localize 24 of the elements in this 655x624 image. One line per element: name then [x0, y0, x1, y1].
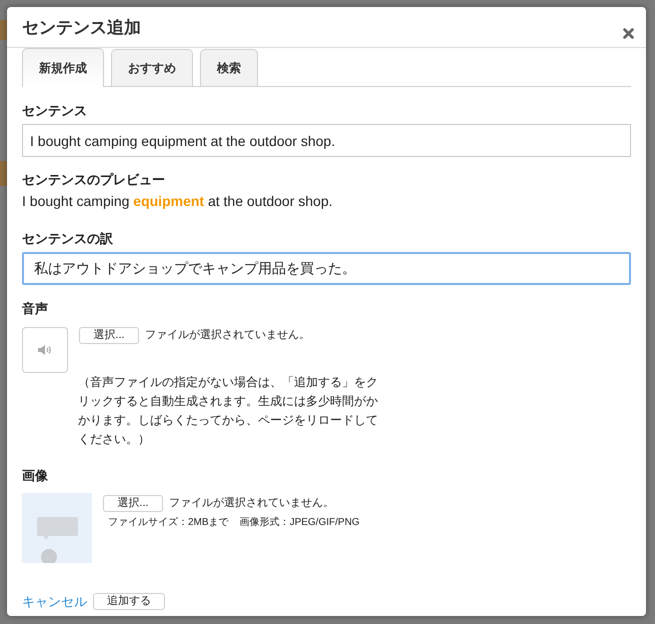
dialog-title: センテンス追加	[22, 19, 141, 36]
field-label: 音声	[22, 301, 48, 316]
image-formats: 画像形式：JPEG/GIF/PNG	[240, 516, 360, 530]
field-label: センテンスの訳	[22, 231, 113, 246]
file-status: ファイルが選択されていません。	[145, 328, 310, 344]
field-label: センテンス	[22, 103, 87, 118]
speaker-icon	[22, 327, 68, 373]
sentence-field[interactable]: I bought camping equipment at the outdoor shop.	[22, 124, 631, 157]
tab[interactable]: 検索	[200, 49, 258, 86]
field-label: 画像	[22, 468, 48, 483]
cancel-link[interactable]: キャンセル	[22, 592, 87, 612]
add-button[interactable]: 追加する	[93, 593, 165, 610]
translation-field[interactable]: 私はアウトドアショップでキャンプ用品を買った。	[22, 252, 631, 285]
tab[interactable]: おすすめ	[111, 49, 193, 86]
close-icon[interactable]	[623, 28, 634, 39]
audio-note: （音声ファイルの指定がない場合は、「追加する」をクリックすると自動生成されます。生成には多少時間がかかります。しばらくたってから、ページをリロードしてください。）	[78, 374, 379, 448]
preview-text: I bought camping equipment at the outdoor shop.	[22, 193, 333, 210]
file-select-button[interactable]: 選択...	[79, 327, 139, 344]
file-select-button[interactable]: 選択...	[103, 495, 163, 512]
tab[interactable]: 新規作成	[22, 48, 104, 87]
field-label: センテンスのプレビュー	[22, 172, 165, 187]
file-size-limit: ファイルサイズ：2MBまで	[108, 516, 229, 530]
placeholder-image-drawing	[22, 493, 92, 563]
file-status: ファイルが選択されていません。	[169, 496, 334, 512]
